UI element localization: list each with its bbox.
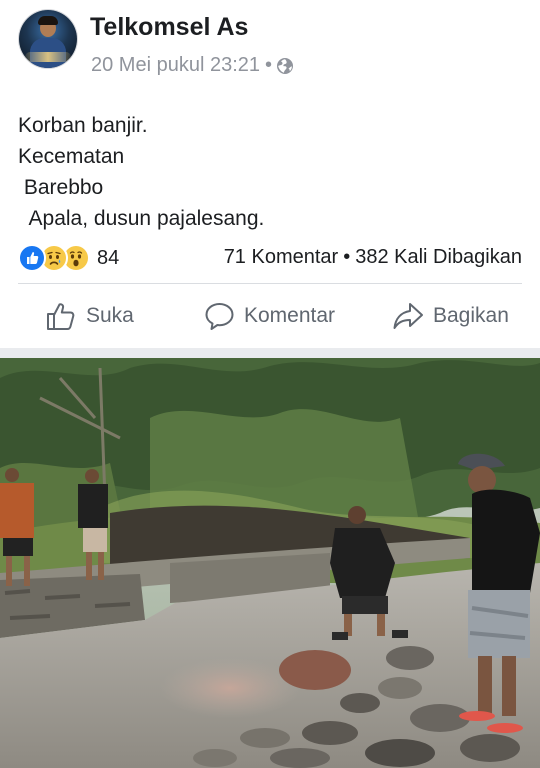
author-avatar[interactable] (19, 10, 77, 68)
comment-button[interactable]: Komentar (204, 298, 335, 334)
post-photo[interactable] (0, 358, 540, 768)
post-text-line: Barebbo (18, 176, 104, 199)
avatar-script-overlay (25, 52, 71, 62)
post-actions: Suka Komentar Bagikan (0, 292, 540, 342)
post-header: Telkomsel As 20 Mei pukul 23:21 • (0, 0, 540, 100)
river-scene-image (0, 358, 540, 768)
stats-separator: • (343, 246, 351, 268)
share-arrow-icon (393, 303, 423, 329)
thumbs-up-icon (47, 303, 75, 330)
post-meta: 20 Mei pukul 23:21 • (91, 54, 294, 77)
reactions-count: 84 (97, 246, 120, 269)
comments-count[interactable]: 71 Komentar (224, 246, 339, 268)
comment-button-label: Komentar (244, 304, 336, 327)
post-text: Korban banjir. Kecematan Barebbo Apala, … (18, 110, 264, 234)
engagement-counts: 84 71 Komentar • 382 Kali Dibagikan (0, 244, 540, 274)
comments-shares-summary: 71 Komentar • 382 Kali Dibagikan (224, 246, 522, 269)
like-icon (18, 244, 46, 272)
post-timestamp[interactable]: 20 Mei pukul 23:21 (91, 54, 260, 77)
author-name[interactable]: Telkomsel As (90, 13, 248, 42)
like-button[interactable]: Suka (45, 298, 134, 334)
post-text-line: Apala, dusun pajalesang. (18, 207, 265, 230)
post-text-line: Korban banjir. (18, 114, 148, 137)
comment-icon (205, 302, 234, 330)
share-button-label: Bagikan (433, 304, 509, 327)
shares-count[interactable]: 382 Kali Dibagikan (355, 246, 522, 268)
reactions-summary[interactable]: 84 (18, 244, 120, 272)
divider (18, 283, 522, 284)
globe-icon (276, 57, 294, 75)
section-separator (0, 348, 540, 358)
post-text-line: Kecematan (18, 145, 125, 168)
avatar-hair (38, 16, 58, 25)
meta-separator: • (265, 54, 273, 76)
share-button[interactable]: Bagikan (392, 298, 509, 334)
like-button-label: Suka (86, 304, 134, 327)
